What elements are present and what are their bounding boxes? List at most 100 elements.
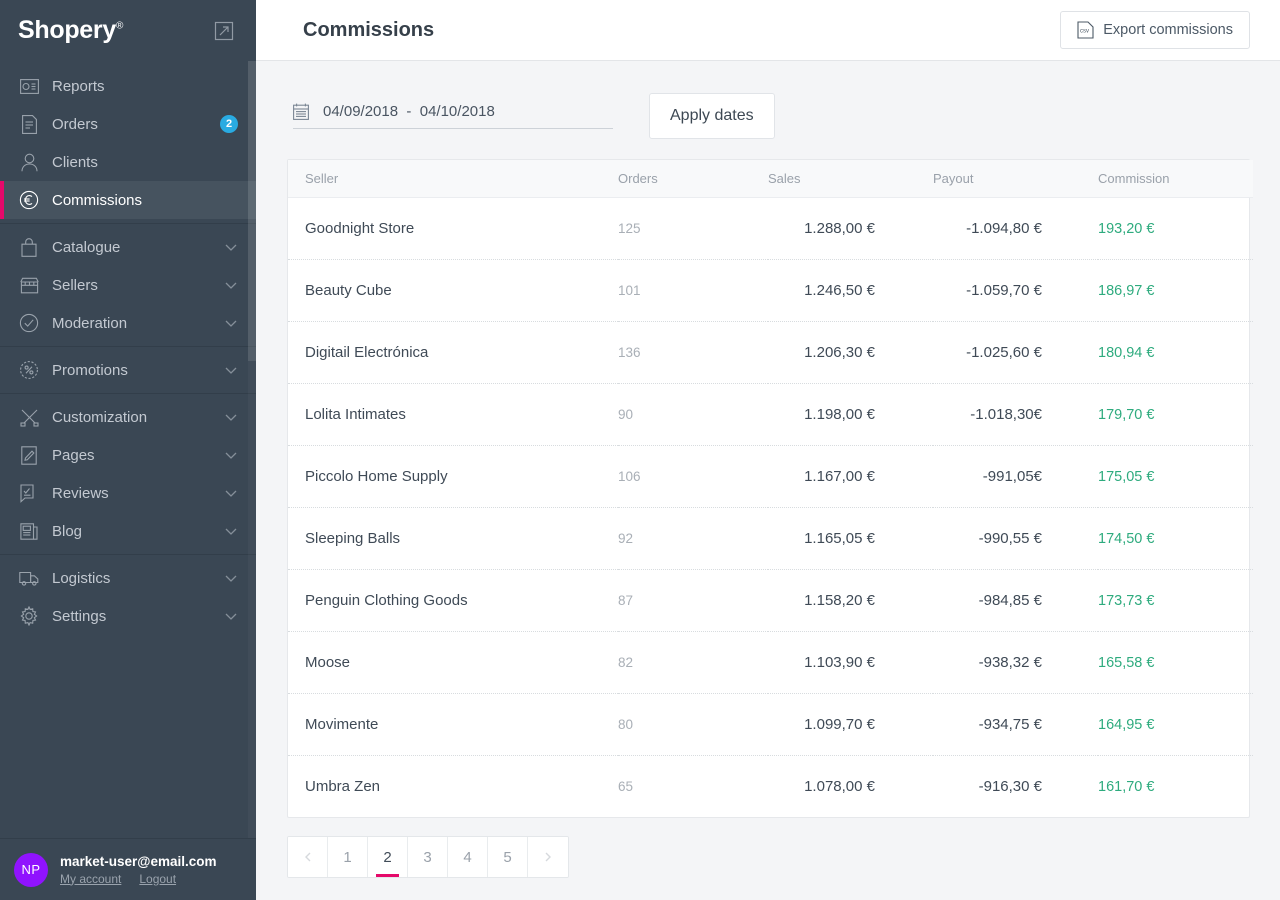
pagination-page-4[interactable]: 4 [448, 837, 488, 877]
cell-seller: Beauty Cube [288, 260, 618, 322]
table-header-row: Seller Orders Sales Payout Commission [288, 160, 1253, 198]
app-logo-text: Shopery [18, 16, 116, 44]
sidebar: Shopery® [0, 0, 256, 900]
app-root: Shopery® [0, 0, 1280, 900]
filters-bar: Apply dates [287, 61, 1250, 159]
sidebar-scrollbar-thumb[interactable] [248, 61, 256, 361]
cell-sales: 1.158,20 € [768, 570, 933, 632]
sidebar-item-commissions[interactable]: Commissions [0, 181, 256, 219]
chevron-down-icon[interactable] [224, 316, 238, 330]
table-row[interactable]: Umbra Zen651.078,00 €-916,30 €161,70 € [288, 756, 1253, 818]
check-circle-icon [18, 312, 40, 334]
sidebar-item-sellers[interactable]: Sellers [0, 266, 256, 304]
pagination-page-1[interactable]: 1 [328, 837, 368, 877]
truck-icon [18, 567, 40, 589]
table-row[interactable]: Piccolo Home Supply1061.167,00 €-991,05€… [288, 446, 1253, 508]
orders-badge: 2 [220, 115, 238, 133]
sidebar-item-promotions[interactable]: Promotions [0, 351, 256, 389]
date-range-field[interactable] [293, 103, 613, 129]
sidebar-scrollbar[interactable] [248, 61, 256, 838]
my-account-link[interactable]: My account [60, 872, 121, 886]
column-header-orders[interactable]: Orders [618, 160, 768, 198]
sidebar-item-catalogue[interactable]: Catalogue [0, 228, 256, 266]
sidebar-item-label: Settings [52, 608, 224, 625]
cell-orders: 136 [618, 322, 768, 384]
chevron-down-icon[interactable] [224, 363, 238, 377]
sidebar-item-settings[interactable]: Settings [0, 597, 256, 635]
table-row[interactable]: Moose821.103,90 €-938,32 €165,58 € [288, 632, 1253, 694]
table-row[interactable]: Penguin Clothing Goods871.158,20 €-984,8… [288, 570, 1253, 632]
sidebar-item-clients[interactable]: Clients [0, 143, 256, 181]
sidebar-item-logistics[interactable]: Logistics [0, 559, 256, 597]
external-link-icon[interactable] [214, 21, 234, 41]
table-row[interactable]: Movimente801.099,70 €-934,75 €164,95 € [288, 694, 1253, 756]
date-range-input[interactable] [323, 103, 613, 120]
cell-orders: 101 [618, 260, 768, 322]
cell-sales: 1.198,00 € [768, 384, 933, 446]
sidebar-item-reports[interactable]: Reports [0, 67, 256, 105]
sidebar-item-moderation[interactable]: Moderation [0, 304, 256, 342]
column-header-sales[interactable]: Sales [768, 160, 933, 198]
cell-orders: 80 [618, 694, 768, 756]
user-links: My account Logout [60, 872, 216, 886]
sidebar-group-system: Logistics Settings [0, 555, 256, 639]
cell-seller: Lolita Intimates [288, 384, 618, 446]
cell-sales: 1.078,00 € [768, 756, 933, 818]
cell-seller: Moose [288, 632, 618, 694]
chevron-down-icon[interactable] [224, 486, 238, 500]
pagination-page-3[interactable]: 3 [408, 837, 448, 877]
export-commissions-button[interactable]: csv Export commissions [1060, 11, 1250, 49]
sidebar-item-label: Clients [52, 154, 238, 171]
app-logo[interactable]: Shopery® [18, 16, 123, 45]
chevron-down-icon[interactable] [224, 448, 238, 462]
app-logo-trademark: ® [116, 21, 123, 32]
user-icon [18, 151, 40, 173]
pagination-page-2[interactable]: 2 [368, 837, 408, 877]
cell-sales: 1.165,05 € [768, 508, 933, 570]
cell-payout: -1.059,70 € [933, 260, 1098, 322]
table-row[interactable]: Lolita Intimates901.198,00 €-1.018,30€17… [288, 384, 1253, 446]
table-row[interactable]: Sleeping Balls921.165,05 €-990,55 €174,5… [288, 508, 1253, 570]
page-title: Commissions [303, 19, 434, 42]
cell-seller: Goodnight Store [288, 198, 618, 260]
chevron-down-icon[interactable] [224, 524, 238, 538]
sidebar-item-pages[interactable]: Pages [0, 436, 256, 474]
sidebar-item-label: Commissions [52, 192, 238, 209]
chevron-down-icon[interactable] [224, 609, 238, 623]
avatar[interactable]: NP [14, 853, 48, 887]
pagination: 12345 [287, 836, 569, 878]
logout-link[interactable]: Logout [139, 872, 176, 886]
sidebar-item-customization[interactable]: Customization [0, 398, 256, 436]
bag-icon [18, 236, 40, 258]
pagination-page-5[interactable]: 5 [488, 837, 528, 877]
sidebar-item-orders[interactable]: Orders 2 [0, 105, 256, 143]
cell-payout: -1.025,60 € [933, 322, 1098, 384]
table-row[interactable]: Digitail Electrónica1361.206,30 €-1.025,… [288, 322, 1253, 384]
sidebar-item-blog[interactable]: Blog [0, 512, 256, 550]
apply-dates-button[interactable]: Apply dates [649, 93, 775, 139]
svg-text:csv: csv [1080, 29, 1089, 35]
pagination-next[interactable] [528, 837, 568, 877]
column-header-seller[interactable]: Seller [288, 160, 618, 198]
chevron-down-icon[interactable] [224, 571, 238, 585]
chevron-down-icon[interactable] [224, 240, 238, 254]
cell-comm: 186,97 € [1098, 260, 1253, 322]
sidebar-user-text: market-user@email.com My account Logout [60, 854, 216, 886]
sidebar-group-promotions: Promotions [0, 347, 256, 394]
table-row[interactable]: Beauty Cube1011.246,50 €-1.059,70 €186,9… [288, 260, 1253, 322]
sidebar-item-reviews[interactable]: Reviews [0, 474, 256, 512]
table-row[interactable]: Goodnight Store1251.288,00 €-1.094,80 €1… [288, 198, 1253, 260]
cell-sales: 1.103,90 € [768, 632, 933, 694]
cell-sales: 1.206,30 € [768, 322, 933, 384]
cell-seller: Sleeping Balls [288, 508, 618, 570]
column-header-commission[interactable]: Commission [1098, 160, 1253, 198]
main-area: Commissions csv Export commissions [256, 0, 1280, 900]
chevron-down-icon[interactable] [224, 278, 238, 292]
pagination-prev[interactable] [288, 837, 328, 877]
newspaper-icon [18, 520, 40, 542]
document-list-icon [18, 113, 40, 135]
chevron-down-icon[interactable] [224, 410, 238, 424]
table-body: Goodnight Store1251.288,00 €-1.094,80 €1… [288, 198, 1253, 818]
cell-comm: 180,94 € [1098, 322, 1253, 384]
column-header-payout[interactable]: Payout [933, 160, 1098, 198]
